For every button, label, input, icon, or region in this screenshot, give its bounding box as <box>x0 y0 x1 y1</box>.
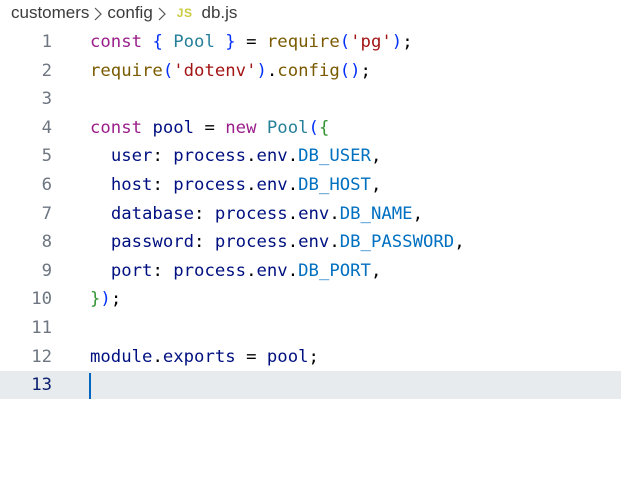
line-number: 6 <box>41 175 52 195</box>
text-cursor <box>89 373 91 400</box>
code-text[interactable]: user: process.env.DB_USER, <box>90 142 382 170</box>
line-number: 10 <box>31 289 52 310</box>
javascript-file-icon: JS <box>176 6 193 20</box>
code-text[interactable]: require('dotenv').config(); <box>90 57 371 85</box>
code-text[interactable]: module.exports = pool; <box>90 343 319 371</box>
code-line[interactable]: 5 user: process.env.DB_USER, <box>0 142 621 170</box>
line-number: 3 <box>41 89 52 110</box>
code-line[interactable]: 6 host: process.env.DB_HOST, <box>0 171 621 199</box>
line-number: 12 <box>31 346 52 367</box>
line-number: 13 <box>31 375 52 396</box>
code-line[interactable]: 1 const { Pool } = require('pg'); <box>0 28 621 56</box>
line-number: 9 <box>41 260 52 281</box>
code-line[interactable]: 4 const pool = new Pool({ <box>0 114 621 142</box>
breadcrumb: customers config JS db.js <box>0 0 621 26</box>
code-line[interactable]: 7 database: process.env.DB_NAME, <box>0 200 621 228</box>
code-editor[interactable]: 1 const { Pool } = require('pg'); 2 require… <box>0 28 621 500</box>
code-text[interactable]: host: process.env.DB_HOST, <box>90 171 382 199</box>
code-line[interactable]: 8 password: process.env.DB_PASSWORD, <box>0 228 621 256</box>
breadcrumb-item-customers[interactable]: customers <box>11 3 89 23</box>
code-line[interactable]: 9 port: process.env.DB_PORT, <box>0 257 621 285</box>
line-number: 8 <box>41 232 52 253</box>
code-text[interactable]: }); <box>90 285 121 313</box>
code-line[interactable]: 10}); <box>0 285 621 313</box>
code-line[interactable]: 11 <box>0 314 621 342</box>
code-line[interactable]: 13 <box>0 371 621 400</box>
code-text[interactable]: database: process.env.DB_NAME, <box>90 200 423 228</box>
line-number: 11 <box>31 318 52 338</box>
code-text[interactable]: const { Pool } = require('pg'); <box>90 28 413 56</box>
code-text[interactable]: password: process.env.DB_PASSWORD, <box>90 228 465 256</box>
line-number: 4 <box>41 117 52 138</box>
code-text[interactable]: port: process.env.DB_PORT, <box>90 257 382 285</box>
chevron-right-icon <box>153 3 171 23</box>
code-line[interactable]: 2 require('dotenv').config(); <box>0 57 621 85</box>
code-text[interactable]: const pool = new Pool({ <box>90 114 329 142</box>
line-number: 5 <box>41 146 52 167</box>
breadcrumb-item-config[interactable]: config <box>107 3 152 23</box>
breadcrumb-item-file[interactable]: db.js <box>201 3 237 23</box>
line-number: 1 <box>41 32 52 52</box>
code-line[interactable]: 3 <box>0 85 621 113</box>
code-line[interactable]: 12 module.exports = pool; <box>0 343 621 371</box>
chevron-right-icon <box>89 3 107 23</box>
line-number: 7 <box>41 203 52 224</box>
line-number: 2 <box>41 60 52 81</box>
